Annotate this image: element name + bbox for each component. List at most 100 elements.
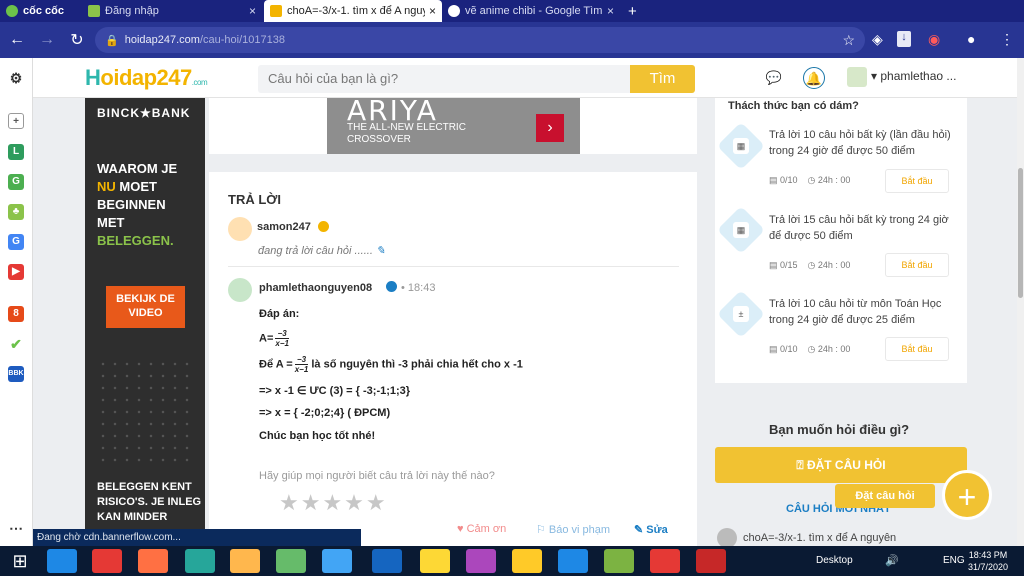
ad-headline-highlight: NU: [97, 179, 116, 194]
windows-start-icon[interactable]: ⊞: [5, 549, 35, 573]
chat-icon[interactable]: 💬: [763, 67, 785, 89]
url-path: /cau-hoi/1017138: [199, 34, 285, 46]
rating-prompt: Hãy giúp mọi người biết câu trả lời này …: [259, 470, 495, 482]
app-icon[interactable]: [322, 549, 352, 573]
back-arrow-icon[interactable]: ←: [2, 31, 32, 49]
more-dots-icon[interactable]: ⋯: [8, 520, 24, 536]
fraction-numerator: −3: [294, 355, 309, 365]
tab-question[interactable]: choA=-3/x-1. tìm x để A nguy… ×: [264, 0, 442, 22]
fraction-denominator: x−1: [275, 339, 289, 348]
answerer-name[interactable]: samon247: [257, 221, 311, 233]
hoidap-favicon-icon: [270, 5, 282, 17]
challenge-meta: ▤ 0/15 ◷ 24h : 00: [769, 260, 851, 270]
coccoc-icon[interactable]: ✔: [8, 336, 24, 352]
app-icon[interactable]: [276, 549, 306, 573]
challenge-text: Trả lời 10 câu hỏi bất kỳ (lần đầu hỏi) …: [769, 129, 951, 157]
app-icon[interactable]: [466, 549, 496, 573]
car-ad-banner[interactable]: ARIYA THE ALL-NEW ELECTRIC CROSSOVER ›: [327, 94, 580, 154]
app-news-icon[interactable]: BBK: [8, 366, 24, 382]
edge-icon[interactable]: [558, 549, 588, 573]
chrome-icon[interactable]: [650, 549, 680, 573]
new-tab-button[interactable]: +: [622, 0, 644, 22]
edit-button[interactable]: ✎ Sửa: [634, 523, 668, 536]
app-leaf-icon[interactable]: ♣: [8, 204, 24, 220]
desktop-toolbar[interactable]: Desktop: [816, 555, 853, 566]
app-l-icon[interactable]: L: [8, 144, 24, 160]
thanks-button[interactable]: ♥ Cảm ơn: [457, 523, 506, 535]
translate-icon[interactable]: G: [8, 234, 24, 250]
floating-ask-button[interactable]: +: [942, 470, 992, 520]
search-button[interactable]: Tìm: [630, 65, 695, 93]
browser-name: cốc cốc: [23, 5, 64, 17]
close-tab-icon[interactable]: ×: [425, 4, 436, 18]
profile-icon[interactable]: ●: [967, 31, 975, 47]
app-badge-icon[interactable]: 8: [8, 306, 24, 322]
ad-skyscraper[interactable]: BINCK★BANK WAAROM JE NU MOET BEGINNEN ME…: [85, 98, 205, 538]
explorer-folder-icon[interactable]: [420, 549, 450, 573]
media-player-icon[interactable]: [230, 549, 260, 573]
start-challenge-button[interactable]: Bắt đầu: [885, 253, 949, 277]
challenge-text: Trả lời 15 câu hỏi bất kỳ trong 24 giờ đ…: [769, 214, 949, 242]
answer-line: A= −3 x−1: [259, 329, 289, 348]
search-input[interactable]: Câu hỏi của bạn là gì?: [258, 65, 630, 93]
scrollbar-thumb[interactable]: [1018, 168, 1023, 298]
system-clock[interactable]: 18:43 PM 31/7/2020: [968, 549, 1008, 573]
coccoc-taskbar-icon[interactable]: [604, 549, 634, 573]
app-grid-icon[interactable]: [92, 549, 122, 573]
app-icon[interactable]: [185, 549, 215, 573]
bookmark-star-icon[interactable]: ☆: [842, 32, 855, 49]
forward-arrow-icon[interactable]: →: [32, 31, 62, 49]
answer-text: Để A =: [259, 358, 293, 371]
start-challenge-button[interactable]: Bắt đầu: [885, 169, 949, 193]
app-g-icon[interactable]: G: [8, 174, 24, 190]
ie-icon[interactable]: [47, 549, 77, 573]
verified-icon: [386, 281, 397, 292]
answerer-name[interactable]: phamlethaonguyen08: [259, 282, 372, 294]
banner-arrow-icon[interactable]: ›: [536, 114, 564, 142]
ad-headline-line: MOET: [115, 179, 157, 194]
ask-button-label: ĐẶT CÂU HỎI: [806, 458, 886, 472]
ask-question-button[interactable]: ⍰ ĐẶT CÂU HỎI: [715, 447, 967, 483]
report-button[interactable]: ⚐ Báo vi phạm: [536, 523, 610, 536]
address-bar[interactable]: 🔒 hoidap247.com/cau-hoi/1017138 ☆: [95, 27, 865, 53]
username: phamlethao ...: [880, 69, 957, 83]
logo-letter: H: [85, 65, 101, 90]
reload-icon[interactable]: ↻: [62, 30, 92, 50]
url-host: hoidap247.com: [124, 34, 200, 46]
recent-question[interactable]: choA=-3/x-1. tìm x để A nguyên: [717, 528, 1017, 548]
word-icon[interactable]: [372, 549, 402, 573]
answer-label: Đáp án:: [259, 308, 300, 320]
kaspersky-icon[interactable]: [696, 549, 726, 573]
question-bubble-icon: ⍰: [796, 458, 807, 472]
language-indicator[interactable]: ENG: [943, 555, 965, 566]
challenge-icon: ±: [716, 289, 766, 339]
app-icon[interactable]: [138, 549, 168, 573]
scrollbar[interactable]: [1017, 58, 1024, 546]
avatar[interactable]: [228, 217, 252, 241]
tab-google-search[interactable]: vẽ anime chibi - Google Tìm … ×: [442, 0, 620, 22]
menu-icon[interactable]: ⋮: [1000, 31, 1014, 48]
youtube-icon[interactable]: ▶: [8, 264, 24, 280]
rating-stars[interactable]: ★★★★★: [279, 490, 388, 516]
start-challenge-button[interactable]: Bắt đầu: [885, 337, 949, 361]
challenge-text: Trả lời 10 câu hỏi từ môn Toán Học trong…: [769, 298, 942, 326]
download-icon[interactable]: ↓: [897, 31, 911, 47]
ad-cta-button[interactable]: BEKIJK DE VIDEO: [106, 286, 185, 328]
avatar: [717, 528, 737, 548]
add-shortcut-icon[interactable]: +: [8, 113, 24, 129]
extension-ring-icon[interactable]: ◉: [928, 31, 940, 48]
avatar[interactable]: [228, 278, 252, 302]
app-icon[interactable]: [512, 549, 542, 573]
user-menu[interactable]: ▾ phamlethao ...: [871, 69, 956, 83]
user-avatar[interactable]: [847, 67, 867, 87]
close-tab-icon[interactable]: ×: [245, 4, 256, 18]
settings-gear-icon[interactable]: ⚙: [8, 70, 24, 86]
browser-menu-button[interactable]: cốc cốc: [0, 0, 82, 22]
tab-login[interactable]: Đăng nhập ×: [82, 0, 262, 22]
extension-icon[interactable]: ◈: [872, 31, 883, 48]
volume-icon[interactable]: 🔊: [885, 554, 899, 567]
site-logo[interactable]: Hoidap247.com: [85, 65, 208, 91]
close-tab-icon[interactable]: ×: [603, 4, 614, 18]
ad-brand: BINCK★BANK: [97, 106, 191, 120]
bell-icon[interactable]: 🔔: [803, 67, 825, 89]
